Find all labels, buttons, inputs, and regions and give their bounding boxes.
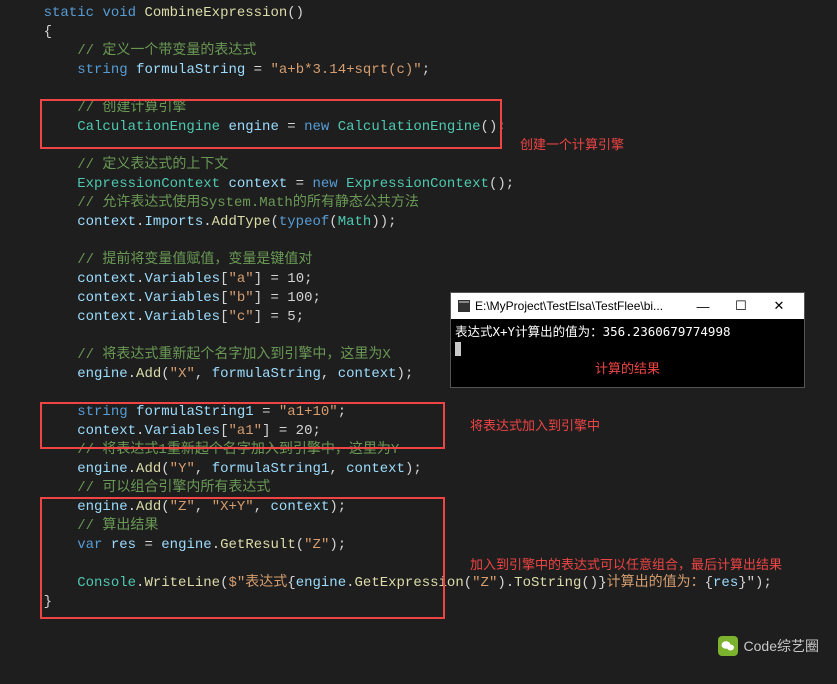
minimize-button[interactable]: —	[684, 293, 722, 319]
code-line: engine.Add("Y", formulaString1, context)…	[10, 460, 837, 479]
code-line	[10, 80, 837, 99]
console-window[interactable]: E:\MyProject\TestElsa\TestFlee\bi... — ☐…	[450, 292, 805, 388]
annotation-1: 创建一个计算引擎	[520, 134, 624, 153]
console-output-line: 表达式X+Y计算出的值为：356.2360679774998	[455, 321, 800, 340]
code-line: // 可以组合引擎内所有表达式	[10, 479, 837, 498]
code-line: // 提前将变量值赋值，变量是键值对	[10, 251, 837, 270]
code-line: context.Variables["a1"] = 20;	[10, 422, 837, 441]
code-line: }	[10, 593, 837, 612]
code-line: // 定义表达式的上下文	[10, 156, 837, 175]
code-line: string formulaString1 = "a1+10";	[10, 403, 837, 422]
code-line: ExpressionContext context = new Expressi…	[10, 175, 837, 194]
annotation-3: 将表达式加入到引擎中	[470, 415, 600, 434]
code-line: context.Imports.AddType(typeof(Math));	[10, 213, 837, 232]
code-line: // 将表达式1重新起个名字加入到引擎中，这里为Y	[10, 441, 837, 460]
watermark: Code综艺圈	[718, 636, 819, 656]
maximize-button[interactable]: ☐	[722, 293, 760, 319]
code-line	[10, 137, 837, 156]
code-line: static void CombineExpression()	[10, 4, 837, 23]
console-titlebar[interactable]: E:\MyProject\TestElsa\TestFlee\bi... — ☐…	[451, 293, 804, 319]
code-line: string formulaString = "a+b*3.14+sqrt(c)…	[10, 61, 837, 80]
code-line: engine.Add("Z", "X+Y", context);	[10, 498, 837, 517]
wechat-icon	[718, 636, 738, 656]
console-title: E:\MyProject\TestElsa\TestFlee\bi...	[475, 299, 684, 313]
code-line: // 算出结果	[10, 517, 837, 536]
code-line: // 创建计算引擎	[10, 99, 837, 118]
console-cursor	[455, 342, 461, 356]
code-line: Console.WriteLine($"表达式{engine.GetExpres…	[10, 574, 837, 593]
code-line: var res = engine.GetResult("Z");	[10, 536, 837, 555]
code-line: {	[10, 23, 837, 42]
close-button[interactable]: ✕	[760, 293, 798, 319]
code-line: // 定义一个带变量的表达式	[10, 42, 837, 61]
console-output[interactable]: 表达式X+Y计算出的值为：356.2360679774998 计算的结果	[451, 319, 804, 387]
code-line: // 允许表达式使用System.Math的所有静态公共方法	[10, 194, 837, 213]
watermark-text: Code综艺圈	[744, 636, 819, 656]
annotation-4: 加入到引擎中的表达式可以任意组合，最后计算出结果	[470, 555, 820, 575]
console-app-icon	[457, 299, 471, 313]
code-line	[10, 232, 837, 251]
code-line: CalculationEngine engine = new Calculati…	[10, 118, 837, 137]
code-line: context.Variables["a"] = 10;	[10, 270, 837, 289]
annotation-2: 计算的结果	[455, 354, 800, 377]
